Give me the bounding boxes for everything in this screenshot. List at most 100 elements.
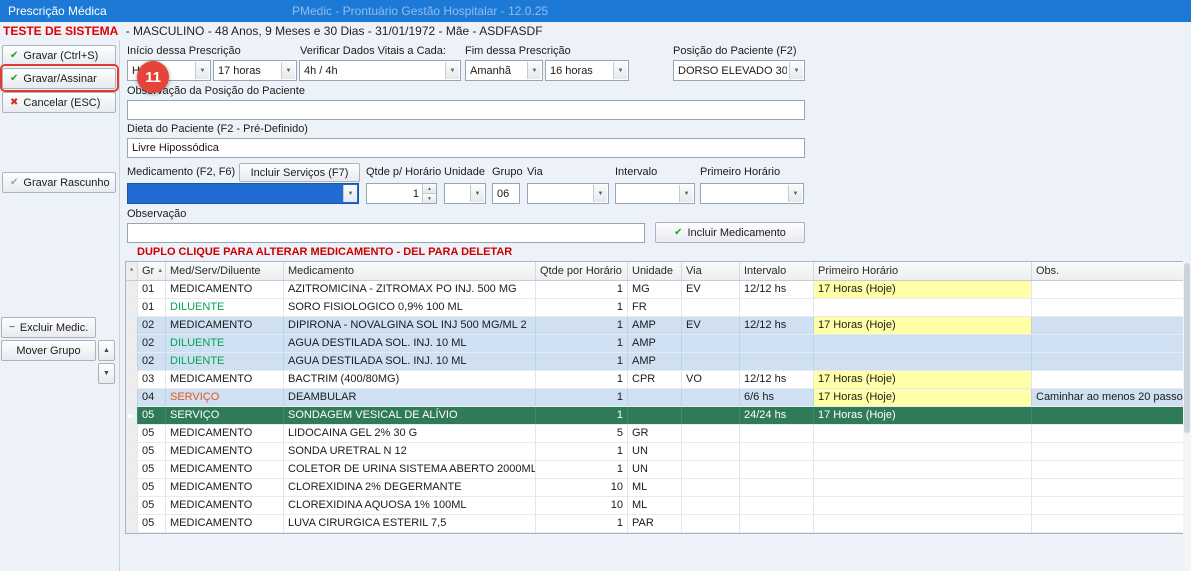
medicamento-select[interactable]: ▼ xyxy=(127,183,359,204)
table-row[interactable]: 01 MEDICAMENTO AZITROMICINA - ZITROMAX P… xyxy=(126,281,1184,299)
chevron-down-icon[interactable]: ▼ xyxy=(281,62,295,79)
grid-header-obs[interactable]: Obs. xyxy=(1032,262,1184,280)
intervalo-select[interactable]: ▼ xyxy=(615,183,695,204)
table-row[interactable]: 05 MEDICAMENTO CLOREXIDINA AQUOSA 1% 100… xyxy=(126,497,1184,515)
via-select[interactable]: ▼ xyxy=(527,183,609,204)
table-row[interactable]: 05 MEDICAMENTO LIDOCAINA GEL 2% 30 G 5 G… xyxy=(126,425,1184,443)
delete-medication-button[interactable]: − Excluir Medic. xyxy=(1,317,96,338)
chevron-down-icon[interactable]: ▼ xyxy=(343,185,357,202)
cancel-button-label: Cancelar (ESC) xyxy=(23,97,100,109)
asterisk-icon: * xyxy=(130,267,133,276)
save-button[interactable]: ✔ Gravar (Ctrl+S) xyxy=(2,45,116,66)
table-row[interactable]: 01 DILUENTE SORO FISIOLOGICO 0,9% 100 ML… xyxy=(126,299,1184,317)
cell-tipo: MEDICAMENTO xyxy=(166,443,284,460)
table-row[interactable]: 05 MEDICAMENTO LUVA CIRURGICA ESTERIL 7,… xyxy=(126,515,1184,533)
cell-primeiro-horario: 17 Horas (Hoje) xyxy=(814,389,1032,406)
cancel-button[interactable]: ✖ Cancelar (ESC) xyxy=(2,92,116,113)
cell-tipo: MEDICAMENTO xyxy=(166,461,284,478)
grid-header-tipo[interactable]: Med/Serv/Diluente xyxy=(166,262,284,280)
cell-obs xyxy=(1032,353,1184,370)
unidade-label: Unidade xyxy=(444,166,485,178)
spin-up-icon[interactable]: ▲ xyxy=(423,184,436,193)
dieta-input[interactable] xyxy=(127,138,805,158)
primeiro-horario-select[interactable]: ▼ xyxy=(700,183,804,204)
incluir-servicos-button[interactable]: Incluir Serviços (F7) xyxy=(239,163,360,182)
fim-time-select[interactable]: 16 horas ▼ xyxy=(545,60,629,81)
vitais-interval-select[interactable]: 4h / 4h ▼ xyxy=(299,60,461,81)
grid-header-medicamento[interactable]: Medicamento xyxy=(284,262,536,280)
move-group-up-button[interactable]: ▲ xyxy=(98,340,115,361)
move-group-down-button[interactable]: ▼ xyxy=(98,363,115,384)
check-icon: ✔ xyxy=(10,74,18,84)
cell-via xyxy=(682,425,740,442)
table-row[interactable]: 05 MEDICAMENTO CLOREXIDINA 2% DEGERMANTE… xyxy=(126,479,1184,497)
obs-posicao-input[interactable] xyxy=(127,100,805,120)
grupo-input[interactable] xyxy=(492,183,520,204)
table-row[interactable]: 05 MEDICAMENTO SONDA URETRAL N 12 1 UN xyxy=(126,443,1184,461)
cell-unidade: AMP xyxy=(628,317,682,334)
unidade-select[interactable]: ▼ xyxy=(444,183,486,204)
cell-intervalo xyxy=(740,443,814,460)
grid-header-via[interactable]: Via xyxy=(682,262,740,280)
row-indicator xyxy=(126,317,138,334)
cell-gr: 05 xyxy=(138,497,166,514)
row-indicator xyxy=(126,371,138,388)
cell-qtde: 1 xyxy=(536,281,628,298)
chevron-down-icon[interactable]: ▼ xyxy=(679,185,693,202)
table-row[interactable]: 04 SERVIÇO DEAMBULAR 1 6/6 hs 17 Horas (… xyxy=(126,389,1184,407)
posicao-paciente-select[interactable]: DORSO ELEVADO 30 G ▼ xyxy=(673,60,805,81)
chevron-down-icon[interactable]: ▼ xyxy=(445,62,459,79)
chevron-down-icon[interactable]: ▼ xyxy=(789,62,803,79)
cell-obs xyxy=(1032,335,1184,352)
spin-down-icon[interactable]: ▼ xyxy=(423,193,436,203)
cell-primeiro-horario xyxy=(814,353,1032,370)
cell-gr: 05 xyxy=(138,479,166,496)
table-row[interactable]: 03 MEDICAMENTO BACTRIM (400/80MG) 1 CPR … xyxy=(126,371,1184,389)
quantity-stepper[interactable]: 1 ▲ ▼ xyxy=(366,183,437,204)
cell-gr: 05 xyxy=(138,443,166,460)
grid-header-gr-label: Gr xyxy=(142,265,154,277)
scrollbar-thumb[interactable] xyxy=(1184,263,1190,433)
cell-intervalo: 12/12 hs xyxy=(740,317,814,334)
vertical-scrollbar[interactable] xyxy=(1183,261,1191,571)
inicio-time-select[interactable]: 17 horas ▼ xyxy=(213,60,297,81)
move-group-button[interactable]: Mover Grupo xyxy=(1,340,96,361)
table-row[interactable]: 02 DILUENTE AGUA DESTILADA SOL. INJ. 10 … xyxy=(126,353,1184,371)
table-row[interactable]: 02 DILUENTE AGUA DESTILADA SOL. INJ. 10 … xyxy=(126,335,1184,353)
chevron-down-icon[interactable]: ▼ xyxy=(613,62,627,79)
chevron-down-icon[interactable]: ▼ xyxy=(195,62,209,79)
chevron-down-icon[interactable]: ▼ xyxy=(470,185,484,202)
cell-unidade: ML xyxy=(628,479,682,496)
grid-header-qtde[interactable]: Qtde por Horário xyxy=(536,262,628,280)
chevron-down-icon[interactable]: ▼ xyxy=(788,185,802,202)
save-draft-button[interactable]: ✔ Gravar Rascunho xyxy=(2,172,116,193)
window-title: Prescrição Médica xyxy=(8,4,107,18)
cell-unidade: MG xyxy=(628,281,682,298)
cell-intervalo xyxy=(740,479,814,496)
table-row[interactable]: 02 MEDICAMENTO DIPIRONA - NOVALGINA SOL … xyxy=(126,317,1184,335)
grid-header-primeiro-horario[interactable]: Primeiro Horário xyxy=(814,262,1032,280)
row-indicator xyxy=(126,335,138,352)
table-row[interactable]: 05 MEDICAMENTO COLETOR DE URINA SISTEMA … xyxy=(126,461,1184,479)
grid-header-gr[interactable]: Gr ▲ xyxy=(138,262,166,280)
cell-medicamento: LUVA CIRURGICA ESTERIL 7,5 xyxy=(284,515,536,532)
table-row[interactable]: ▶ 05 SERVIÇO SONDAGEM VESICAL DE ALÍVIO … xyxy=(126,407,1184,425)
cell-via xyxy=(682,497,740,514)
grid-header-intervalo[interactable]: Intervalo xyxy=(740,262,814,280)
fim-day-select[interactable]: Amanhã ▼ xyxy=(465,60,543,81)
grid-header-unidade[interactable]: Unidade xyxy=(628,262,682,280)
incluir-medicamento-button[interactable]: ✔ Incluir Medicamento xyxy=(655,222,805,243)
cell-gr: 02 xyxy=(138,335,166,352)
save-sign-button[interactable]: ✔ Gravar/Assinar xyxy=(2,68,116,89)
cell-medicamento: AGUA DESTILADA SOL. INJ. 10 ML xyxy=(284,353,536,370)
cell-intervalo: 24/24 hs xyxy=(740,407,814,424)
cell-via xyxy=(682,461,740,478)
observacao-input[interactable] xyxy=(127,223,645,243)
cell-obs: Caminhar ao menos 20 passos xyxy=(1032,389,1184,406)
cell-gr: 05 xyxy=(138,515,166,532)
cell-qtde: 1 xyxy=(536,407,628,424)
cell-gr: 05 xyxy=(138,425,166,442)
chevron-down-icon[interactable]: ▼ xyxy=(527,62,541,79)
chevron-down-icon[interactable]: ▼ xyxy=(593,185,607,202)
medicamento-label: Medicamento (F2, F6) xyxy=(127,166,235,178)
